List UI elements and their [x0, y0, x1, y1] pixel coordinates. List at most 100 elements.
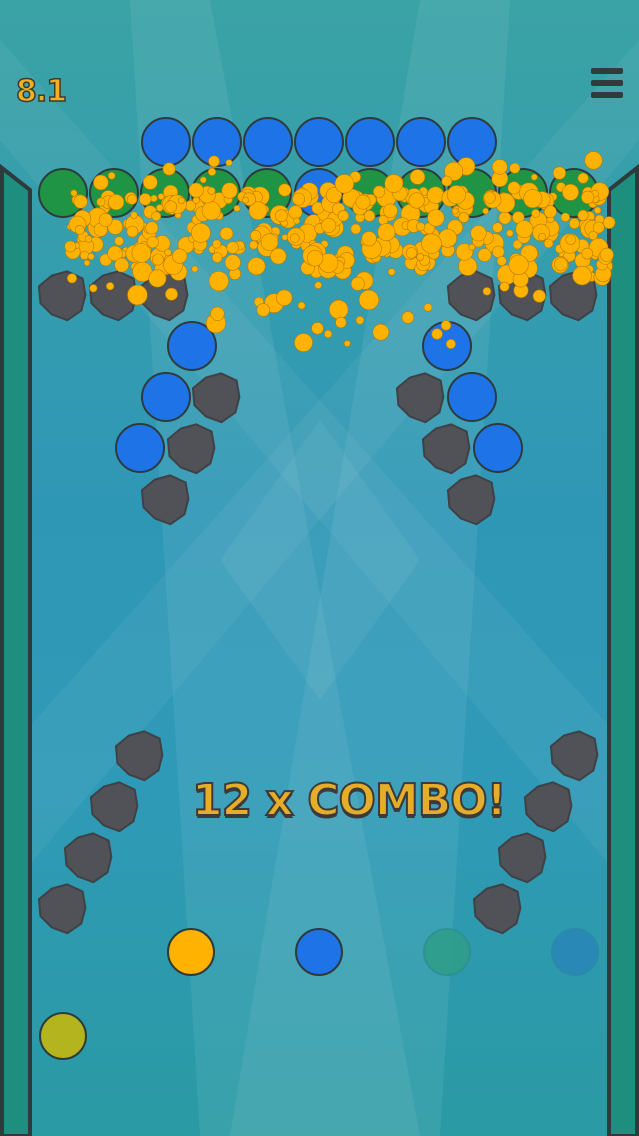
burst-particle [199, 176, 207, 184]
burst-particle [148, 269, 167, 288]
burst-particle [581, 190, 595, 204]
current-ball[interactable] [39, 1012, 87, 1060]
burst-particle [114, 257, 129, 273]
burst-particle [208, 271, 229, 292]
burst-particle [131, 243, 152, 263]
burst-particle [225, 159, 233, 167]
burst-particle [70, 189, 78, 197]
left-wall [0, 163, 32, 1136]
blue-bubble [345, 117, 395, 167]
burst-particle [440, 320, 452, 331]
burst-particle [508, 254, 529, 275]
burst-particle [107, 171, 116, 180]
burst-particle [260, 233, 279, 251]
burst-particle [127, 284, 148, 306]
burst-particle [155, 204, 164, 212]
burst-particle [602, 216, 616, 229]
burst-particle [126, 194, 138, 205]
burst-particle [139, 193, 152, 206]
burst-particle [532, 289, 546, 303]
burst-particle [249, 240, 259, 250]
burst-particle [343, 340, 351, 347]
hamburger-menu-icon [591, 68, 623, 74]
menu-button[interactable] [588, 64, 626, 102]
burst-particle [451, 207, 459, 215]
burst-particle [74, 224, 85, 235]
burst-particle [358, 289, 380, 311]
burst-particle [64, 240, 77, 253]
burst-particle [408, 192, 425, 209]
burst-particle [523, 189, 543, 209]
burst-particle [211, 252, 223, 263]
burst-particle [212, 239, 222, 249]
burst-particle [530, 173, 538, 181]
burst-particle [531, 208, 540, 218]
burst-particle [247, 257, 266, 276]
rock-obstacle [63, 832, 113, 884]
burst-particle [565, 234, 577, 245]
rock-obstacle [114, 730, 164, 782]
hamburger-menu-icon-bar [591, 80, 623, 86]
rock-obstacle [140, 474, 190, 526]
burst-particle [126, 225, 139, 238]
burst-particle [276, 289, 293, 306]
burst-particle [164, 248, 172, 257]
rock-obstacle [446, 474, 496, 526]
burst-particle [142, 174, 158, 190]
burst-particle [401, 311, 415, 324]
burst-particle [270, 248, 287, 265]
blue-bubble [243, 117, 293, 167]
burst-particle [506, 229, 514, 237]
burst-particle [96, 197, 106, 207]
blue-bubble [473, 423, 523, 473]
burst-particle [150, 194, 158, 203]
burst-particle [192, 196, 200, 205]
burst-particle [581, 247, 594, 260]
burst-particle [415, 222, 426, 232]
burst-particle [191, 265, 199, 273]
blue-bubble [294, 117, 344, 167]
burst-particle [162, 162, 176, 176]
burst-particle [297, 301, 306, 310]
burst-particle [405, 247, 418, 259]
burst-particle [355, 315, 365, 325]
burst-particle [592, 221, 605, 234]
combo-banner: 12 x COMBO! [191, 774, 508, 827]
blue-bubble [115, 423, 165, 473]
burst-particle [372, 323, 390, 341]
burst-particle [599, 247, 614, 262]
burst-particle [165, 287, 178, 301]
burst-particle [221, 182, 238, 199]
burst-particle [568, 218, 580, 230]
burst-particle [281, 234, 289, 241]
burst-particle [482, 207, 489, 215]
burst-particle [387, 268, 396, 276]
game-board[interactable] [0, 0, 639, 1136]
burst-particle [377, 223, 396, 242]
burst-particle [441, 175, 453, 187]
burst-particle [190, 222, 211, 243]
right-wall [607, 163, 639, 1136]
burst-particle [207, 186, 216, 195]
burst-particle [324, 329, 333, 339]
burst-particle [201, 201, 221, 221]
burst-particle [89, 284, 98, 293]
burst-particle [207, 167, 217, 176]
blue-bubble [141, 372, 191, 422]
blue-bubble [141, 117, 191, 167]
burst-particle [427, 209, 445, 227]
rock-obstacle [523, 781, 573, 833]
burst-particle [543, 205, 557, 219]
burst-particle [552, 166, 567, 180]
burst-particle [233, 204, 241, 212]
burst-particle [151, 253, 164, 266]
burst-particle [431, 328, 443, 340]
burst-particle [83, 259, 91, 267]
blue-bubble [447, 372, 497, 422]
game-stage[interactable]: 8.1 12 x COMBO! [0, 0, 639, 1136]
rock-obstacle [421, 423, 471, 475]
burst-particle [593, 206, 602, 215]
burst-particle [108, 194, 125, 211]
burst-particle [492, 222, 503, 233]
burst-particle [409, 169, 426, 185]
